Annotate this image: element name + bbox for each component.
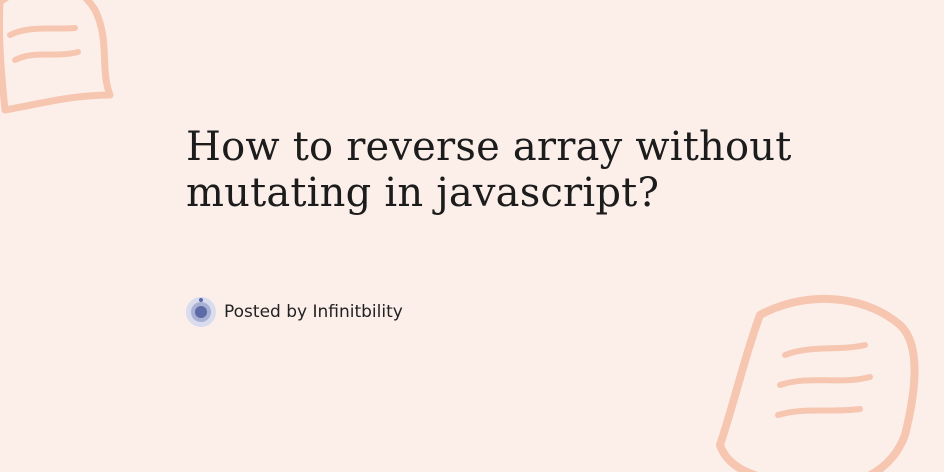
post-title: How to reverse array without mutating in… bbox=[186, 124, 886, 216]
note-doodle-icon bbox=[0, 0, 114, 114]
posted-by-label: Posted by Infinitbility bbox=[224, 302, 403, 322]
post-title-line-1: How to reverse array without bbox=[186, 124, 792, 170]
author-row: Posted by Infinitbility bbox=[186, 296, 403, 328]
og-card: How to reverse array without mutating in… bbox=[0, 0, 944, 472]
note-doodle-icon bbox=[716, 294, 919, 472]
post-title-line-2: mutating in javascript? bbox=[186, 170, 660, 216]
infinitbility-logo-icon bbox=[186, 297, 216, 327]
